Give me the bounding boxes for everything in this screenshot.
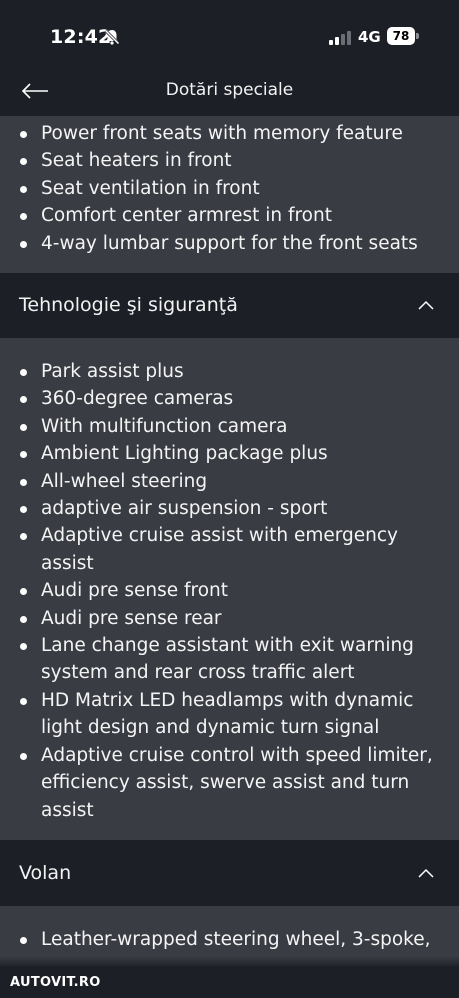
feature-item: Comfort center armrest in front [0, 202, 459, 229]
feature-item: Lane change assistant with exit warning … [0, 632, 459, 687]
feature-list-comfort: Power front seats with memory feature Sea… [0, 120, 459, 257]
feature-item: All-wheel steering [0, 468, 459, 495]
status-bar: 12:42 4G 78 [0, 0, 459, 72]
feature-item: Ambient Lighting package plus [0, 440, 459, 467]
page-title: Dotări speciale [165, 80, 294, 100]
section-title: Volan [19, 862, 72, 884]
battery-level: 78 [387, 27, 415, 45]
feature-item: Seat ventilation in front [0, 175, 459, 202]
feature-item: With multifunction camera [0, 413, 459, 440]
feature-list-steering: Leather-wrapped steering wheel, 3-spoke, [0, 926, 459, 953]
watermark-logo: AUTOVIT.RO [10, 975, 101, 990]
network-type: 4G [358, 28, 381, 46]
chevron-up-icon [418, 300, 434, 310]
chevron-up-icon [418, 868, 434, 878]
cellular-signal-icon [329, 31, 351, 45]
section-header-technology[interactable]: Tehnologie şi siguranţă [0, 273, 459, 338]
feature-item: Adaptive cruise control with speed limit… [0, 742, 459, 824]
feature-item: 4-way lumbar support for the front seats [0, 230, 459, 257]
feature-item: Adaptive cruise assist with emergency as… [0, 522, 459, 577]
battery-tip [416, 33, 419, 39]
bell-slash-icon [104, 29, 120, 45]
feature-item: Leather-wrapped steering wheel, 3-spoke, [0, 926, 459, 953]
feature-item: adaptive air suspension - sport [0, 495, 459, 522]
app-header: Dotări speciale [0, 72, 459, 116]
feature-item: Audi pre sense rear [0, 605, 459, 632]
feature-item: 360-degree cameras [0, 385, 459, 412]
feature-item: Audi pre sense front [0, 577, 459, 604]
feature-item: Power front seats with memory feature [0, 120, 459, 147]
section-header-steering[interactable]: Volan [0, 841, 459, 906]
feature-item: Seat heaters in front [0, 147, 459, 174]
feature-item: HD Matrix LED headlamps with dynamic lig… [0, 687, 459, 742]
watermark-bar: AUTOVIT.RO [0, 966, 459, 998]
feature-item: Park assist plus [0, 358, 459, 385]
section-title: Tehnologie şi siguranţă [19, 294, 238, 316]
feature-list-technology: Park assist plus 360-degree cameras With m… [0, 358, 459, 824]
